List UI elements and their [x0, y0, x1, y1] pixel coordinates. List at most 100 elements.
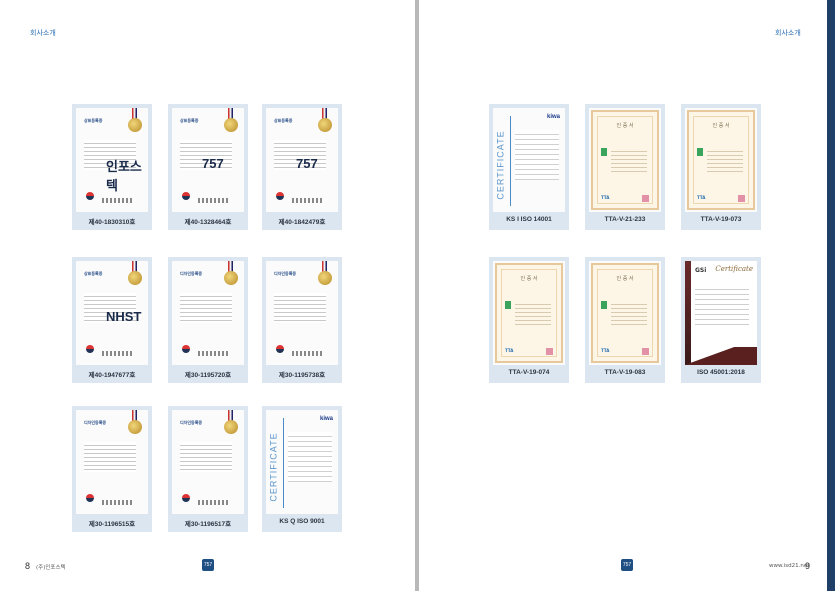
certificate-image: GSi Certificate [685, 261, 757, 365]
right-page-header: 회사소개 [775, 29, 801, 37]
certificate-title: 디자인등록증 [84, 420, 107, 425]
certificate-text-lines [84, 442, 136, 472]
certificate-card: 디자인등록증제30-1195738호 [262, 257, 342, 383]
certificate-side-band: CERTIFICATE [496, 116, 511, 206]
certificate-text-lines [695, 285, 749, 325]
certificate-border: 인 증 서 TTA [495, 263, 563, 363]
certificate-caption: KS I ISO 14001 [506, 216, 552, 223]
certificate-caption: TTA-V-19-074 [508, 369, 550, 376]
certificate-caption: ISO 45001:2018 [697, 369, 745, 376]
certificate-mark: 757 [296, 156, 318, 171]
left-footer-text: (주)인포스텍 [36, 565, 66, 571]
left-footer-logo: 757 [202, 559, 214, 571]
government-emblem-icon [276, 192, 284, 200]
kiwa-logo-icon: kiwa [546, 114, 560, 120]
certificate-title: CERTIFICATE [268, 432, 279, 502]
certificate-title: 디자인등록증 [274, 271, 297, 276]
certificate-card: GSi Certificate ISO 45001:2018 [681, 257, 761, 383]
certificate-image: 인 증 서 TTA [493, 261, 565, 365]
certificate-card: 디자인등록증 제30-1196515호 [72, 406, 152, 532]
green-mark-icon [601, 301, 607, 309]
certificate-card: CERTIFICATE kiwa KS Q ISO 9001 [262, 406, 342, 532]
certificate-card: 디자인등록증제30-1195720호 [168, 257, 248, 383]
medal-icon [128, 271, 142, 285]
certificate-caption: 제30-1196517호 [184, 521, 232, 528]
certificate-mark: NHST [106, 309, 142, 324]
right-page-number: 9 [805, 561, 811, 571]
left-page-number: 8 [25, 561, 31, 571]
certificate-title: 인 증 서 [616, 123, 634, 129]
decorative-wave [685, 347, 757, 365]
government-emblem-icon [86, 345, 94, 353]
medal-icon [318, 271, 332, 285]
certificate-card: 상표등록증 757 제40-1328464호 [168, 104, 248, 230]
certificate-caption: TTA-V-19-073 [700, 216, 742, 223]
certificate-image: 상표등록증 757 [266, 108, 338, 212]
certificate-mark: 인포스텍 [106, 159, 142, 193]
signature-seal [102, 351, 132, 356]
certificate-background: GSi Certificate [685, 261, 757, 365]
certificate-card: 디자인등록증제30-1196517호 [168, 406, 248, 532]
seal-stamp-icon [642, 348, 649, 355]
certificate-image: 상표등록증 757 [172, 108, 244, 212]
certificate-title: CERTIFICATE [495, 130, 506, 200]
seal-stamp-icon [642, 195, 649, 202]
certificate-card: 상표등록증 757 제40-1842479호 [262, 104, 342, 230]
certificate-card: 상표등록증 인포스텍 제40-1830310호 [72, 104, 152, 230]
certificate-text-lines [274, 293, 326, 323]
certificate-title: 인 증 서 [616, 276, 634, 282]
certificate-text-lines [515, 301, 551, 325]
certificate-text-lines [180, 293, 232, 323]
certificate-title: 디자인등록증 [180, 420, 203, 425]
certificate-image: CERTIFICATE kiwa [493, 108, 565, 212]
certificate-caption: 제30-1195738호 [278, 372, 326, 379]
certificate-card: 인 증 서 TTA TTA-V-19-074 [489, 257, 569, 383]
certificate-caption: KS Q ISO 9001 [279, 518, 325, 525]
left-page-header: 회사소개 [30, 29, 56, 37]
left-page: 회사소개 상표등록증 인포스텍 제40-1830310호 상표등록증 757 제40-13… [0, 0, 415, 591]
government-emblem-icon [182, 192, 190, 200]
certificate-title: Certificate [715, 265, 753, 273]
certificate-mark: 757 [202, 156, 224, 171]
right-footer-logo: 757 [621, 559, 633, 571]
certificate-caption: TTA-V-19-083 [604, 369, 646, 376]
certificate-border: 인 증 서 TTA [687, 110, 755, 210]
certificate-image: 인 증 서 TTA [589, 108, 661, 212]
certificate-text-lines [611, 148, 647, 172]
certificate-caption: 제30-1195720호 [184, 372, 232, 379]
medal-icon [224, 271, 238, 285]
right-edge-strip [827, 0, 835, 591]
certificate-card: CERTIFICATE kiwa KS I ISO 14001 [489, 104, 569, 230]
certificate-title: 상표등록증 [180, 118, 199, 123]
certificate-caption: TTA-V-21-233 [604, 216, 646, 223]
certificate-title: 상표등록증 [274, 118, 293, 123]
certificate-caption: 제40-1328464호 [184, 219, 232, 226]
government-emblem-icon [276, 345, 284, 353]
seal-stamp-icon [546, 348, 553, 355]
certificate-border: 인 증 서 TTA [591, 110, 659, 210]
certificate-card: 인 증 서 TTA TTA-V-21-233 [585, 104, 665, 230]
certificate-side-band: CERTIFICATE [269, 418, 284, 508]
government-emblem-icon [86, 494, 94, 502]
gsi-logo-icon: GSi [695, 267, 707, 274]
certificate-caption: 제40-1842479호 [278, 219, 326, 226]
tta-logo-icon: TTA [505, 348, 514, 353]
kiwa-logo-icon: kiwa [319, 416, 333, 422]
certificate-title: 인 증 서 [712, 123, 730, 129]
certificate-card: 인 증 서 TTA TTA-V-19-083 [585, 257, 665, 383]
certificate-text-lines [611, 301, 647, 325]
certificate-title: 디자인등록증 [180, 271, 203, 276]
certificate-text-lines [288, 432, 332, 482]
certificate-image: 디자인등록증 [76, 410, 148, 514]
certificate-image: 인 증 서 TTA [685, 108, 757, 212]
medal-icon [318, 118, 332, 132]
green-mark-icon [697, 148, 703, 156]
certificate-caption: 제40-1947677호 [88, 372, 136, 379]
certificate-title: 인 증 서 [520, 276, 538, 282]
certificate-title: 상표등록증 [84, 271, 103, 276]
certificate-image: CERTIFICATE kiwa [266, 410, 338, 514]
medal-icon [128, 420, 142, 434]
signature-seal [102, 500, 132, 505]
certificate-card: 상표등록증 NHST 제40-1947677호 [72, 257, 152, 383]
certificate-image: 디자인등록증 [172, 261, 244, 365]
